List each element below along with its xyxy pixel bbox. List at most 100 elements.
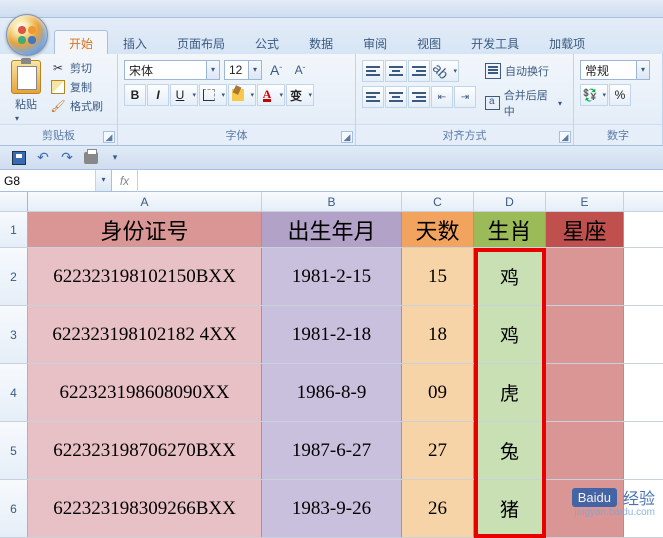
cell[interactable]: 622323198102182 4XX	[28, 306, 262, 363]
cell[interactable]	[546, 422, 624, 479]
cut-button[interactable]: ✂剪切	[50, 60, 103, 76]
cell[interactable]	[546, 480, 624, 537]
row-header[interactable]: 6	[0, 480, 28, 537]
cell[interactable]: 15	[402, 248, 474, 305]
cell[interactable]: 星座	[546, 212, 624, 247]
row-header[interactable]: 3	[0, 306, 28, 363]
col-header-e[interactable]: E	[546, 192, 624, 212]
qat-customize[interactable]: ▾	[106, 149, 124, 167]
cell[interactable]: 鸡	[474, 306, 546, 363]
orientation-button[interactable]: ab	[431, 60, 459, 82]
border-button[interactable]	[199, 84, 227, 106]
cell[interactable]: 622323198608090XX	[28, 364, 262, 421]
tab-view[interactable]: 视图	[402, 30, 456, 54]
row-header[interactable]: 4	[0, 364, 28, 421]
cell[interactable]: 622323198309266BXX	[28, 480, 262, 537]
align-left-button[interactable]	[362, 86, 384, 108]
cell[interactable]: 09	[402, 364, 474, 421]
decrease-indent-button[interactable]: ⇤	[431, 86, 453, 108]
font-color-button[interactable]: A	[257, 84, 285, 106]
accounting-format-button[interactable]: 💱	[580, 84, 608, 106]
cell[interactable]: 1983-9-26	[262, 480, 402, 537]
row-header[interactable]: 2	[0, 248, 28, 305]
grow-font-button[interactable]: Aˆ	[266, 60, 286, 80]
cell[interactable]: 1981-2-15	[262, 248, 402, 305]
copy-button[interactable]: 复制	[50, 79, 103, 95]
paste-icon[interactable]	[11, 60, 41, 94]
tab-developer[interactable]: 开发工具	[456, 30, 534, 54]
wrap-text-button[interactable]: 自动换行	[480, 60, 567, 82]
align-launcher[interactable]: ◢	[559, 131, 571, 143]
format-painter-button[interactable]: 🖌格式刷	[50, 98, 103, 114]
cell[interactable]: 天数	[402, 212, 474, 247]
redo-button[interactable]: ↷	[58, 149, 76, 167]
save-button[interactable]	[10, 149, 28, 167]
font-name-combo[interactable]: 宋体▾	[124, 60, 220, 80]
underline-button[interactable]: U	[170, 84, 198, 106]
row-header[interactable]: 5	[0, 422, 28, 479]
tab-insert[interactable]: 插入	[108, 30, 162, 54]
align-right-button[interactable]	[408, 86, 430, 108]
cell[interactable]: 1987-6-27	[262, 422, 402, 479]
tab-addins[interactable]: 加载项	[534, 30, 600, 54]
font-launcher[interactable]: ◢	[341, 131, 353, 143]
font-size-combo[interactable]: 12▾	[224, 60, 262, 80]
cell[interactable]: 622323198102150BXX	[28, 248, 262, 305]
print-button[interactable]	[82, 149, 100, 167]
tab-layout[interactable]: 页面布局	[162, 30, 240, 54]
chevron-down-icon[interactable]: ▾	[206, 61, 219, 79]
cell[interactable]	[546, 364, 624, 421]
cell[interactable]: 1986-8-9	[262, 364, 402, 421]
office-button[interactable]	[6, 14, 48, 56]
fill-color-button[interactable]	[228, 84, 256, 106]
spreadsheet-grid[interactable]: A B C D E 1 身份证号 出生年月 天数 生肖 星座 2 6223231…	[0, 192, 663, 538]
align-middle-button[interactable]	[385, 60, 407, 82]
cell[interactable]: 鸡	[474, 248, 546, 305]
align-center-button[interactable]	[385, 86, 407, 108]
col-header-a[interactable]: A	[28, 192, 262, 212]
fx-button[interactable]: fx	[112, 170, 138, 192]
shrink-font-button[interactable]: Aˇ	[290, 60, 310, 80]
clipboard-launcher[interactable]: ◢	[103, 131, 115, 143]
outdent-icon: ⇤	[438, 92, 446, 103]
cell[interactable]: 虎	[474, 364, 546, 421]
paste-button[interactable]: 粘贴▾	[15, 96, 37, 124]
cell[interactable]: 生肖	[474, 212, 546, 247]
border-icon	[203, 89, 215, 101]
cell[interactable]	[546, 306, 624, 363]
row-header[interactable]: 1	[0, 212, 28, 247]
increase-indent-button[interactable]: ⇥	[454, 86, 476, 108]
cell[interactable]: 622323198706270BXX	[28, 422, 262, 479]
cell[interactable]: 猪	[474, 480, 546, 537]
bold-button[interactable]: B	[124, 84, 146, 106]
col-header-b[interactable]: B	[262, 192, 402, 212]
percent-button[interactable]: %	[609, 84, 631, 106]
col-header-d[interactable]: D	[474, 192, 546, 212]
tab-formulas[interactable]: 公式	[240, 30, 294, 54]
undo-button[interactable]: ↶	[34, 149, 52, 167]
cell[interactable]: 1981-2-18	[262, 306, 402, 363]
chevron-down-icon[interactable]: ▾	[95, 170, 111, 191]
chevron-down-icon[interactable]: ▾	[636, 61, 649, 79]
cell[interactable]	[546, 248, 624, 305]
phonetic-button[interactable]: 变	[286, 84, 314, 106]
formula-bar[interactable]	[138, 170, 663, 191]
cell[interactable]: 出生年月	[262, 212, 402, 247]
cell[interactable]: 27	[402, 422, 474, 479]
align-bottom-button[interactable]	[408, 60, 430, 82]
name-box[interactable]: G8▾	[0, 170, 112, 191]
tab-data[interactable]: 数据	[294, 30, 348, 54]
align-top-button[interactable]	[362, 60, 384, 82]
merge-center-button[interactable]: 合并后居中 ▾	[480, 84, 567, 122]
cell[interactable]: 18	[402, 306, 474, 363]
cell[interactable]: 身份证号	[28, 212, 262, 247]
col-header-c[interactable]: C	[402, 192, 474, 212]
chevron-down-icon[interactable]: ▾	[248, 61, 261, 79]
cell[interactable]: 26	[402, 480, 474, 537]
italic-button[interactable]: I	[147, 84, 169, 106]
cell[interactable]: 兔	[474, 422, 546, 479]
select-all-corner[interactable]	[0, 192, 28, 211]
tab-review[interactable]: 审阅	[348, 30, 402, 54]
number-format-combo[interactable]: 常规▾	[580, 60, 650, 80]
tab-home[interactable]: 开始	[54, 30, 108, 54]
